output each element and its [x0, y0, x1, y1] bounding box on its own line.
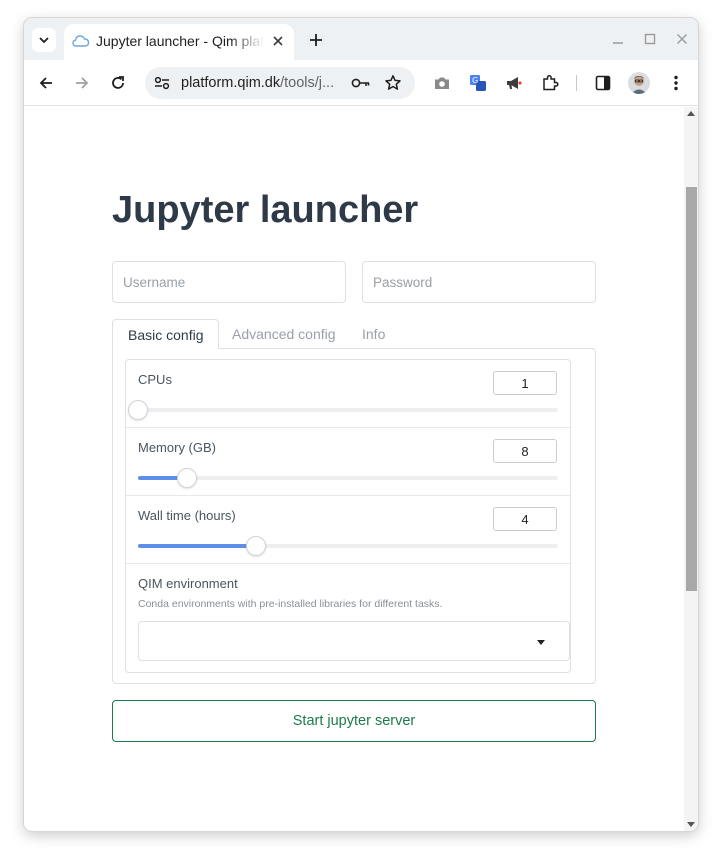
address-bar[interactable]: platform.qim.dk/tools/j... — [145, 67, 415, 99]
tab-title: Jupyter launcher - Qim platform — [96, 33, 264, 49]
extensions-button[interactable] — [540, 73, 560, 93]
memory-row: Memory (GB) 8 — [126, 428, 570, 496]
cpus-label: CPUs — [138, 372, 172, 387]
memory-slider-thumb[interactable] — [177, 468, 198, 488]
toolbar-separator — [576, 75, 577, 91]
arrow-left-icon — [39, 77, 52, 89]
puzzle-icon — [543, 74, 559, 91]
start-jupyter-button[interactable]: Start jupyter server — [112, 700, 596, 742]
side-panel-button[interactable] — [593, 73, 613, 93]
browser-window: Jupyter launcher - Qim platform — [24, 18, 698, 831]
page-scrollbar[interactable] — [684, 107, 698, 831]
minimize-button[interactable] — [610, 31, 626, 47]
basic-config-panel: CPUs 1 Memory (GB) 8 Wall time (hours) 4… — [112, 348, 596, 684]
tab-strip: Jupyter launcher - Qim platform — [24, 18, 698, 60]
page-title: Jupyter launcher — [112, 189, 419, 231]
kebab-menu-icon — [674, 75, 678, 91]
memory-label: Memory (GB) — [138, 440, 216, 455]
cpus-slider-thumb[interactable] — [128, 400, 148, 420]
minimize-icon — [613, 42, 623, 44]
new-tab-button[interactable] — [306, 30, 326, 50]
url-path: /tools/j... — [280, 75, 335, 91]
tab-search-button[interactable] — [32, 28, 56, 52]
environment-select[interactable] — [138, 621, 570, 661]
cpus-row: CPUs 1 — [126, 360, 570, 428]
bookmark-star-icon[interactable] — [384, 74, 402, 92]
environment-description: Conda environments with pre-installed li… — [138, 598, 443, 610]
environment-label: QIM environment — [138, 576, 238, 591]
reload-button[interactable] — [108, 73, 128, 93]
tab-advanced-config[interactable]: Advanced config — [232, 319, 336, 349]
tab-info[interactable]: Info — [362, 319, 385, 349]
maximize-button[interactable] — [642, 31, 658, 47]
arrow-right-icon — [76, 77, 89, 89]
profile-avatar[interactable] — [628, 72, 650, 94]
walltime-slider-thumb[interactable] — [246, 536, 267, 556]
maximize-icon — [644, 33, 656, 45]
walltime-row: Wall time (hours) 4 — [126, 496, 570, 564]
translate-button[interactable]: G — [468, 73, 488, 93]
url-text: platform.qim.dk/tools/j... — [181, 75, 334, 91]
dropdown-caret-icon — [537, 640, 545, 645]
forward-button[interactable] — [72, 73, 92, 93]
camera-icon — [435, 77, 449, 89]
url-host: platform.qim.dk — [181, 75, 281, 91]
password-input[interactable] — [362, 261, 596, 303]
walltime-slider-fill — [138, 544, 257, 548]
page-viewport: Jupyter launcher Basic config Advanced c… — [24, 107, 698, 831]
username-input[interactable] — [112, 261, 346, 303]
scrollbar-thumb[interactable] — [686, 187, 697, 591]
browser-toolbar: platform.qim.dk/tools/j... G — [24, 60, 698, 106]
scroll-up-arrow-icon[interactable] — [687, 111, 695, 116]
walltime-label: Wall time (hours) — [138, 508, 236, 523]
close-icon — [677, 34, 687, 44]
svg-text:G: G — [472, 76, 478, 85]
browser-tab-active[interactable]: Jupyter launcher - Qim platform — [64, 24, 294, 60]
site-settings-icon[interactable] — [154, 76, 170, 90]
translate-icon: G — [470, 75, 486, 91]
cpus-number-input[interactable]: 1 — [493, 371, 557, 395]
cloud-icon — [72, 35, 90, 47]
plus-icon — [310, 34, 322, 46]
scroll-down-arrow-icon[interactable] — [687, 822, 695, 827]
browser-menu-button[interactable] — [666, 73, 686, 93]
key-icon[interactable] — [351, 77, 371, 89]
announcement-button[interactable] — [504, 73, 524, 93]
memory-number-input[interactable]: 8 — [493, 439, 557, 463]
close-window-button[interactable] — [674, 31, 690, 47]
walltime-number-input[interactable]: 4 — [493, 507, 557, 531]
avatar-icon — [631, 76, 647, 94]
megaphone-icon — [507, 77, 522, 89]
memory-slider-track[interactable] — [138, 468, 558, 488]
config-box: CPUs 1 Memory (GB) 8 Wall time (hours) 4… — [125, 359, 571, 673]
cpus-slider-track[interactable] — [128, 400, 558, 420]
side-panel-icon — [595, 75, 611, 91]
close-tab-icon[interactable] — [270, 33, 286, 49]
walltime-slider-track[interactable] — [138, 536, 558, 556]
back-button[interactable] — [36, 73, 56, 93]
tab-basic-config[interactable]: Basic config — [112, 319, 220, 349]
reload-icon — [112, 76, 124, 89]
screenshot-button[interactable] — [432, 73, 452, 93]
chevron-down-icon — [39, 37, 49, 44]
